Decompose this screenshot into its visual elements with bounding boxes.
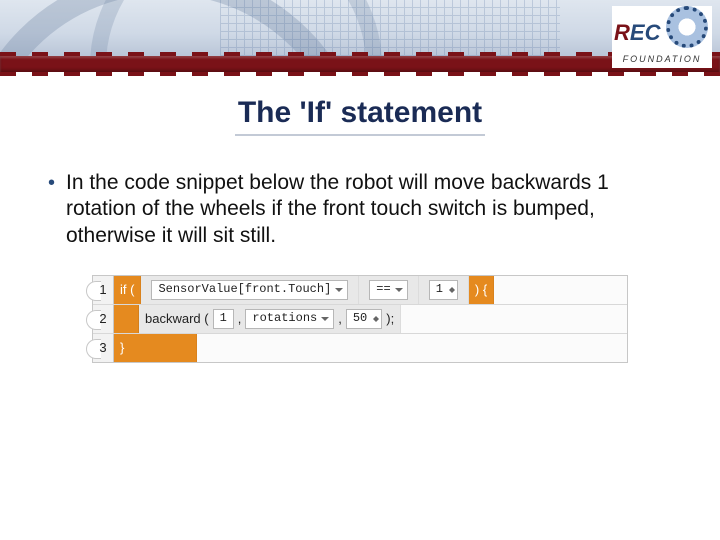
- rec-foundation-logo: REC FOUNDATION: [612, 6, 712, 68]
- operator-dropdown[interactable]: ==: [369, 280, 407, 300]
- blueprint-grid: [220, 0, 560, 56]
- row-gap: [197, 334, 627, 362]
- arg-count-input[interactable]: 1: [213, 309, 234, 329]
- sensor-container: SensorValue[front.Touch]: [141, 276, 359, 304]
- gear-icon: [666, 6, 708, 48]
- line-number: 2: [93, 305, 114, 333]
- value-spinner[interactable]: 1: [429, 280, 458, 300]
- arg-speed-spinner[interactable]: 50: [346, 309, 382, 329]
- value-container: 1: [419, 276, 469, 304]
- row-gap: [401, 305, 627, 333]
- slide-body: In the code snippet below the robot will…: [0, 136, 720, 363]
- logo-letter-r: R: [614, 20, 630, 45]
- comma: ,: [338, 311, 342, 327]
- row-gap: [494, 276, 627, 304]
- arg-unit-dropdown[interactable]: rotations: [245, 309, 334, 329]
- code-row: 2 backward ( 1 , rotations , 50 );: [93, 305, 627, 334]
- function-name: backward (: [145, 311, 209, 327]
- function-close: );: [386, 311, 394, 327]
- slide-title: The 'If' statement: [0, 96, 720, 130]
- logo-subtitle: FOUNDATION: [612, 54, 712, 64]
- function-block: backward ( 1 , rotations , 50 );: [139, 305, 401, 333]
- indent-block: [114, 305, 139, 333]
- comma: ,: [238, 311, 242, 327]
- if-close-block: ) {: [469, 276, 494, 304]
- line-number: 1: [93, 276, 114, 304]
- if-keyword-block: if (: [114, 276, 141, 304]
- code-row: 1 if ( SensorValue[front.Touch] == 1 ) {: [93, 276, 627, 305]
- operator-container: ==: [359, 276, 418, 304]
- code-row: 3 }: [93, 334, 627, 362]
- logo-text: REC: [614, 20, 660, 46]
- header-banner: REC FOUNDATION: [0, 0, 720, 78]
- line-number: 3: [93, 334, 114, 362]
- logo-letters-ec: EC: [630, 20, 661, 45]
- closing-brace-block: }: [114, 334, 197, 362]
- code-snippet: 1 if ( SensorValue[front.Touch] == 1 ) {…: [92, 275, 628, 363]
- bullet-item: In the code snippet below the robot will…: [48, 170, 672, 249]
- sensor-dropdown[interactable]: SensorValue[front.Touch]: [151, 280, 348, 300]
